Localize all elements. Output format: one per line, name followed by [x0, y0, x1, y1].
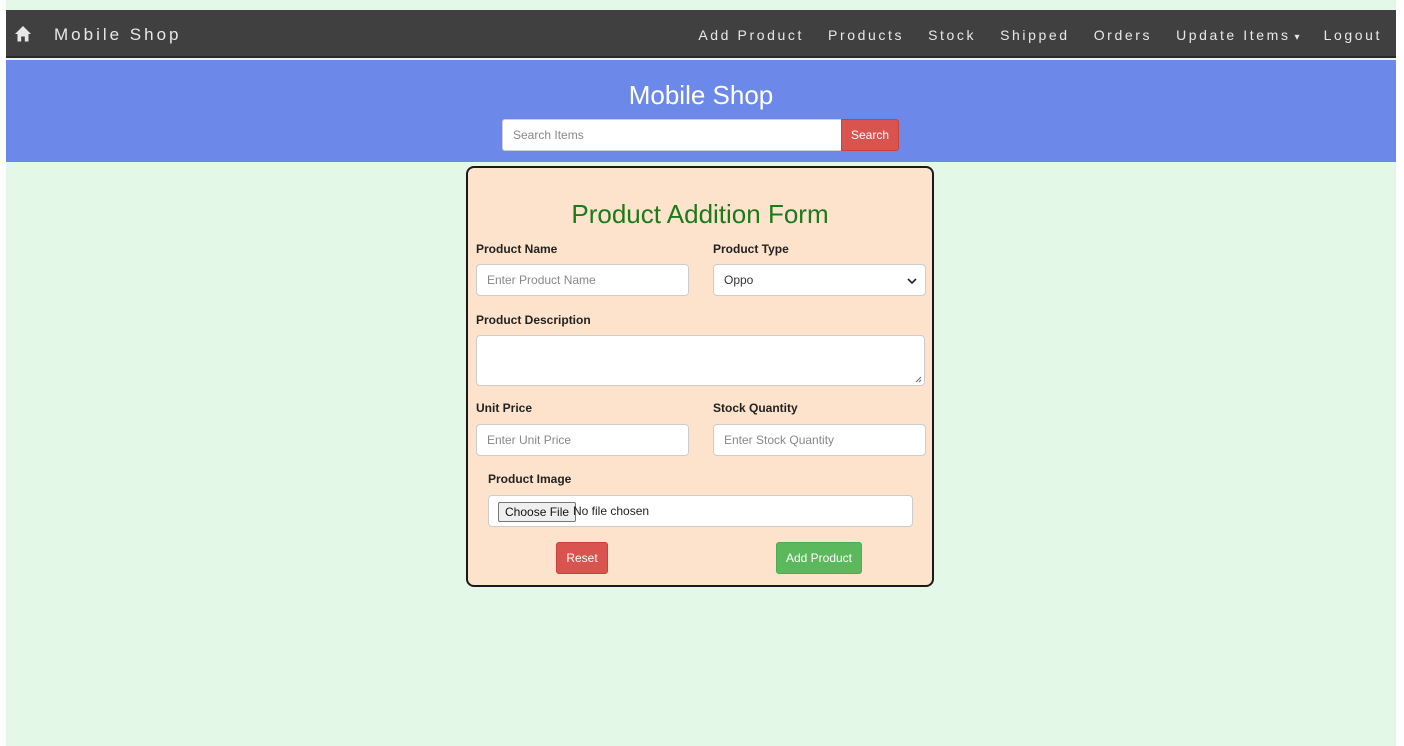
nav-logout[interactable]: Logout [1324, 25, 1382, 48]
form-title: Product Addition Form [571, 199, 829, 229]
home-icon[interactable] [14, 25, 32, 43]
product-name-label: Product Name [476, 242, 558, 256]
no-file-chosen-text: No file chosen [573, 504, 650, 518]
nav-add-product[interactable]: Add Product [698, 25, 804, 48]
brand-link[interactable]: Mobile Shop [54, 25, 182, 45]
nav-orders[interactable]: Orders [1094, 25, 1152, 48]
product-image-file-input: Choose File No file chosen [488, 495, 913, 527]
product-description-textarea[interactable] [476, 335, 925, 386]
product-image-label: Product Image [488, 472, 572, 486]
caret-down-icon: ▾ [1294, 32, 1300, 43]
product-addition-form: Product Addition Form Product Name Produ… [466, 166, 934, 587]
product-type-value: Oppo [724, 273, 754, 287]
choose-file-button[interactable]: Choose File [498, 502, 577, 522]
hero-title: Mobile Shop [628, 80, 774, 110]
page: Mobile Shop Add Product Products Stock S… [6, 0, 1396, 746]
product-description-label: Product Description [476, 313, 591, 327]
nav-links: Add Product Products Stock Shipped Order… [674, 25, 1382, 48]
add-product-button[interactable]: Add Product [776, 542, 862, 574]
nav-update-items-label: Update Items [1176, 27, 1291, 43]
product-type-label: Product Type [713, 242, 789, 256]
stock-quantity-label: Stock Quantity [713, 401, 798, 415]
resize-grip-icon[interactable] [914, 375, 922, 383]
top-navbar: Mobile Shop Add Product Products Stock S… [6, 10, 1396, 58]
unit-price-input[interactable] [476, 424, 689, 456]
product-name-input[interactable] [476, 264, 689, 296]
nav-stock[interactable]: Stock [928, 25, 976, 48]
nav-shipped[interactable]: Shipped [1000, 25, 1070, 48]
chevron-down-icon [907, 278, 917, 285]
nav-products[interactable]: Products [828, 25, 904, 48]
search-input[interactable] [502, 119, 842, 151]
product-type-select[interactable]: Oppo [713, 264, 926, 296]
nav-update-items-dropdown[interactable]: Update Items ▾ [1176, 25, 1300, 48]
reset-button[interactable]: Reset [556, 542, 608, 574]
hero-banner: Mobile Shop Search [6, 60, 1396, 162]
search-button[interactable]: Search [841, 119, 899, 151]
unit-price-label: Unit Price [476, 401, 533, 415]
stock-quantity-input[interactable] [713, 424, 926, 456]
